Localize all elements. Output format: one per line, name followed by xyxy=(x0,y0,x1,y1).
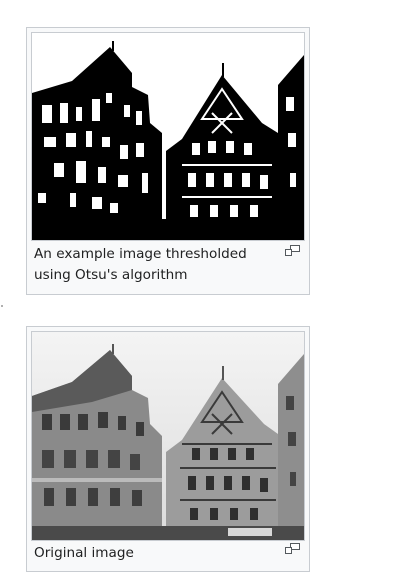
figure-caption: Original image xyxy=(34,545,134,561)
figure-thresholded: An example image thresholded using Otsu'… xyxy=(26,27,310,295)
thresholded-image[interactable] xyxy=(31,32,305,241)
original-image[interactable] xyxy=(31,331,305,541)
figure-caption: An example image thresholded using Otsu'… xyxy=(34,246,247,283)
stray-dot xyxy=(1,305,3,307)
enlarge-icon[interactable] xyxy=(285,543,300,554)
enlarge-icon[interactable] xyxy=(285,245,300,256)
figure-original: Original image xyxy=(26,326,310,572)
